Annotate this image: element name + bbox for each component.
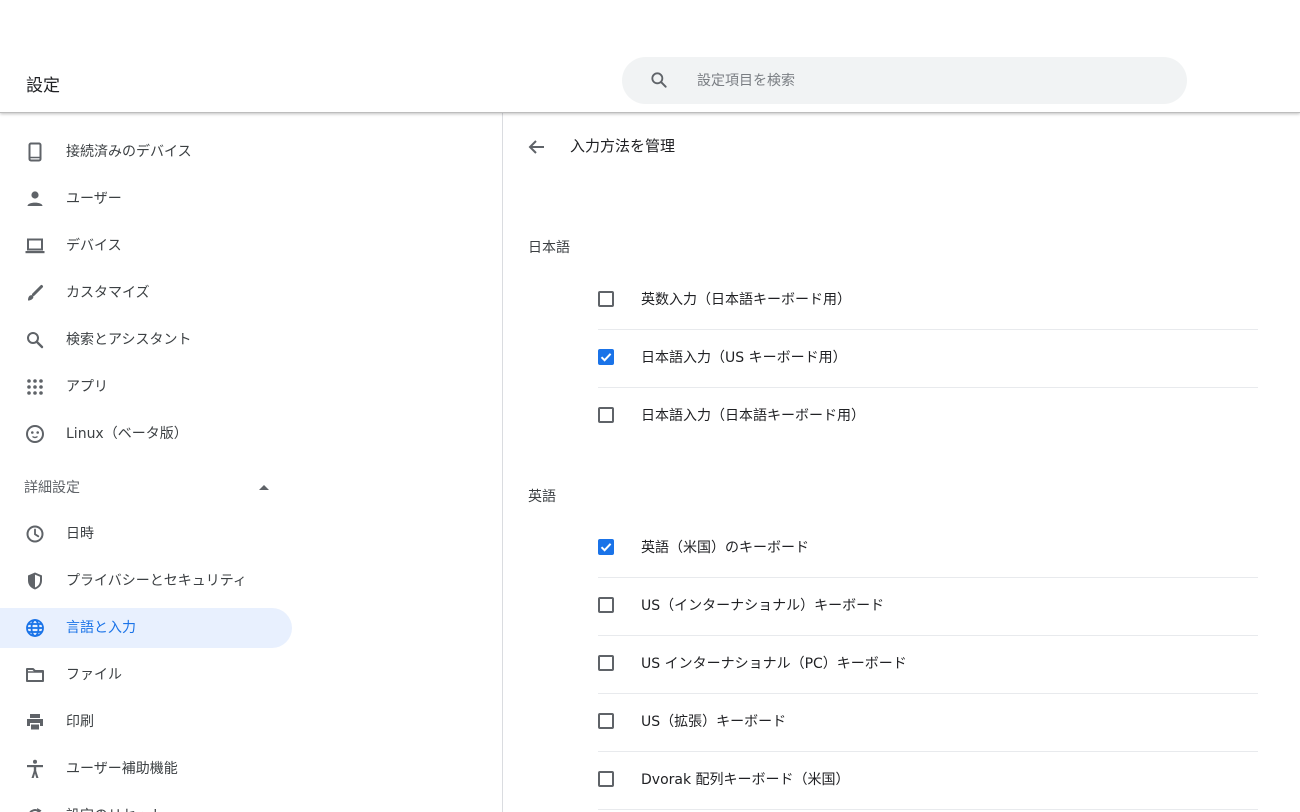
folder-icon bbox=[25, 665, 45, 685]
penguin-icon bbox=[25, 424, 45, 444]
sidebar-item-linux[interactable]: Linux（ベータ版） bbox=[0, 414, 292, 454]
search-icon bbox=[25, 330, 45, 350]
person-icon bbox=[25, 189, 45, 209]
checkbox-checked[interactable] bbox=[598, 349, 614, 365]
input-method-row[interactable]: US（インターナショナル）キーボード bbox=[598, 578, 1258, 636]
sidebar-item-label: デバイス bbox=[66, 238, 122, 254]
sidebar-item-label: 言語と入力 bbox=[66, 620, 136, 636]
search-box[interactable] bbox=[622, 57, 1187, 104]
sidebar-item-label: 日時 bbox=[66, 526, 94, 542]
sidebar-item-label: ユーザー bbox=[66, 191, 122, 207]
sidebar-item-languages-input[interactable]: 言語と入力 bbox=[0, 608, 292, 648]
sidebar-item-connected-devices[interactable]: 接続済みのデバイス bbox=[0, 132, 292, 172]
input-method-label: 英語（米国）のキーボード bbox=[641, 540, 809, 556]
sidebar-item-label: アプリ bbox=[66, 379, 108, 395]
sidebar-item-label: 検索とアシスタント bbox=[66, 332, 192, 348]
input-method-label: 日本語入力（日本語キーボード用） bbox=[641, 408, 865, 424]
apps-grid-icon bbox=[25, 377, 45, 397]
input-method-label: Dvorak 配列キーボード（米国） bbox=[641, 772, 850, 788]
sidebar-item-label: Linux（ベータ版） bbox=[66, 426, 188, 442]
sidebar: 接続済みのデバイス ユーザー デバイス カスタマイズ 検索とアシスタント アプリ bbox=[0, 113, 503, 812]
sidebar-item-search-assistant[interactable]: 検索とアシスタント bbox=[0, 320, 292, 360]
main-panel: 入力方法を管理 日本語 英数入力（日本語キーボード用） 日本語入力（US キーボ… bbox=[503, 113, 1300, 812]
checkbox[interactable] bbox=[598, 291, 614, 307]
shield-icon bbox=[25, 571, 45, 591]
input-method-label: US インターナショナル（PC）キーボード bbox=[641, 656, 907, 672]
input-method-row[interactable]: 日本語入力（US キーボード用） bbox=[598, 330, 1258, 388]
search-input[interactable] bbox=[697, 57, 1167, 104]
sidebar-item-device[interactable]: デバイス bbox=[0, 226, 292, 266]
checkbox[interactable] bbox=[598, 597, 614, 613]
input-method-label: 日本語入力（US キーボード用） bbox=[641, 350, 847, 366]
input-method-row[interactable]: Dvorak 配列キーボード（米国） bbox=[598, 752, 1258, 810]
advanced-section-toggle[interactable]: 詳細設定 bbox=[0, 468, 292, 508]
checkbox[interactable] bbox=[598, 655, 614, 671]
page-title: 設定 bbox=[26, 76, 60, 96]
advanced-section-label: 詳細設定 bbox=[24, 480, 80, 496]
group-title-english: 英語 bbox=[528, 489, 556, 505]
sidebar-item-accessibility[interactable]: ユーザー補助機能 bbox=[0, 749, 292, 789]
sidebar-item-printing[interactable]: 印刷 bbox=[0, 702, 292, 742]
sidebar-item-label: 設定のリセット bbox=[66, 796, 164, 812]
sidebar-item-personalization[interactable]: カスタマイズ bbox=[0, 273, 292, 313]
accessibility-icon bbox=[25, 759, 45, 779]
phone-icon bbox=[25, 142, 45, 162]
sidebar-item-apps[interactable]: アプリ bbox=[0, 367, 292, 407]
globe-icon bbox=[25, 618, 45, 638]
input-method-label: 英数入力（日本語キーボード用） bbox=[641, 292, 851, 308]
sidebar-item-label: ファイル bbox=[66, 667, 122, 683]
sidebar-item-label: プライバシーとセキュリティ bbox=[66, 573, 247, 589]
input-method-row[interactable]: US（拡張）キーボード bbox=[598, 694, 1258, 752]
sidebar-item-date-time[interactable]: 日時 bbox=[0, 514, 292, 554]
checkbox[interactable] bbox=[598, 771, 614, 787]
app-header: 設定 bbox=[0, 0, 1300, 113]
arrow-up-icon bbox=[259, 485, 269, 490]
subpage-title: 入力方法を管理 bbox=[570, 137, 676, 155]
sidebar-item-reset-settings[interactable]: 設定のリセット bbox=[0, 796, 292, 812]
sidebar-item-label: カスタマイズ bbox=[66, 285, 150, 301]
checkbox[interactable] bbox=[598, 713, 614, 729]
input-method-label: US（拡張）キーボード bbox=[641, 714, 787, 730]
clock-icon bbox=[25, 524, 45, 544]
input-method-row[interactable]: 英数入力（日本語キーボード用） bbox=[598, 272, 1258, 330]
brush-icon bbox=[25, 283, 45, 303]
input-method-row[interactable]: 日本語入力（日本語キーボード用） bbox=[598, 388, 1258, 445]
input-method-row[interactable]: 英語（米国）のキーボード bbox=[598, 520, 1258, 578]
sidebar-item-users[interactable]: ユーザー bbox=[0, 179, 292, 219]
printer-icon bbox=[25, 712, 45, 732]
checkbox[interactable] bbox=[598, 407, 614, 423]
sidebar-item-label: 印刷 bbox=[66, 714, 94, 730]
group-title-japanese: 日本語 bbox=[528, 240, 570, 256]
sidebar-item-files[interactable]: ファイル bbox=[0, 655, 292, 695]
input-method-row[interactable]: US インターナショナル（PC）キーボード bbox=[598, 636, 1258, 694]
back-arrow-icon[interactable] bbox=[527, 137, 547, 157]
reset-icon bbox=[25, 806, 45, 812]
laptop-icon bbox=[25, 236, 45, 256]
sidebar-item-label: ユーザー補助機能 bbox=[66, 761, 178, 777]
checkbox-checked[interactable] bbox=[598, 539, 614, 555]
sidebar-item-privacy-security[interactable]: プライバシーとセキュリティ bbox=[0, 561, 292, 601]
search-icon bbox=[649, 70, 669, 90]
input-method-label: US（インターナショナル）キーボード bbox=[641, 598, 885, 614]
sidebar-item-label: 接続済みのデバイス bbox=[66, 144, 192, 160]
